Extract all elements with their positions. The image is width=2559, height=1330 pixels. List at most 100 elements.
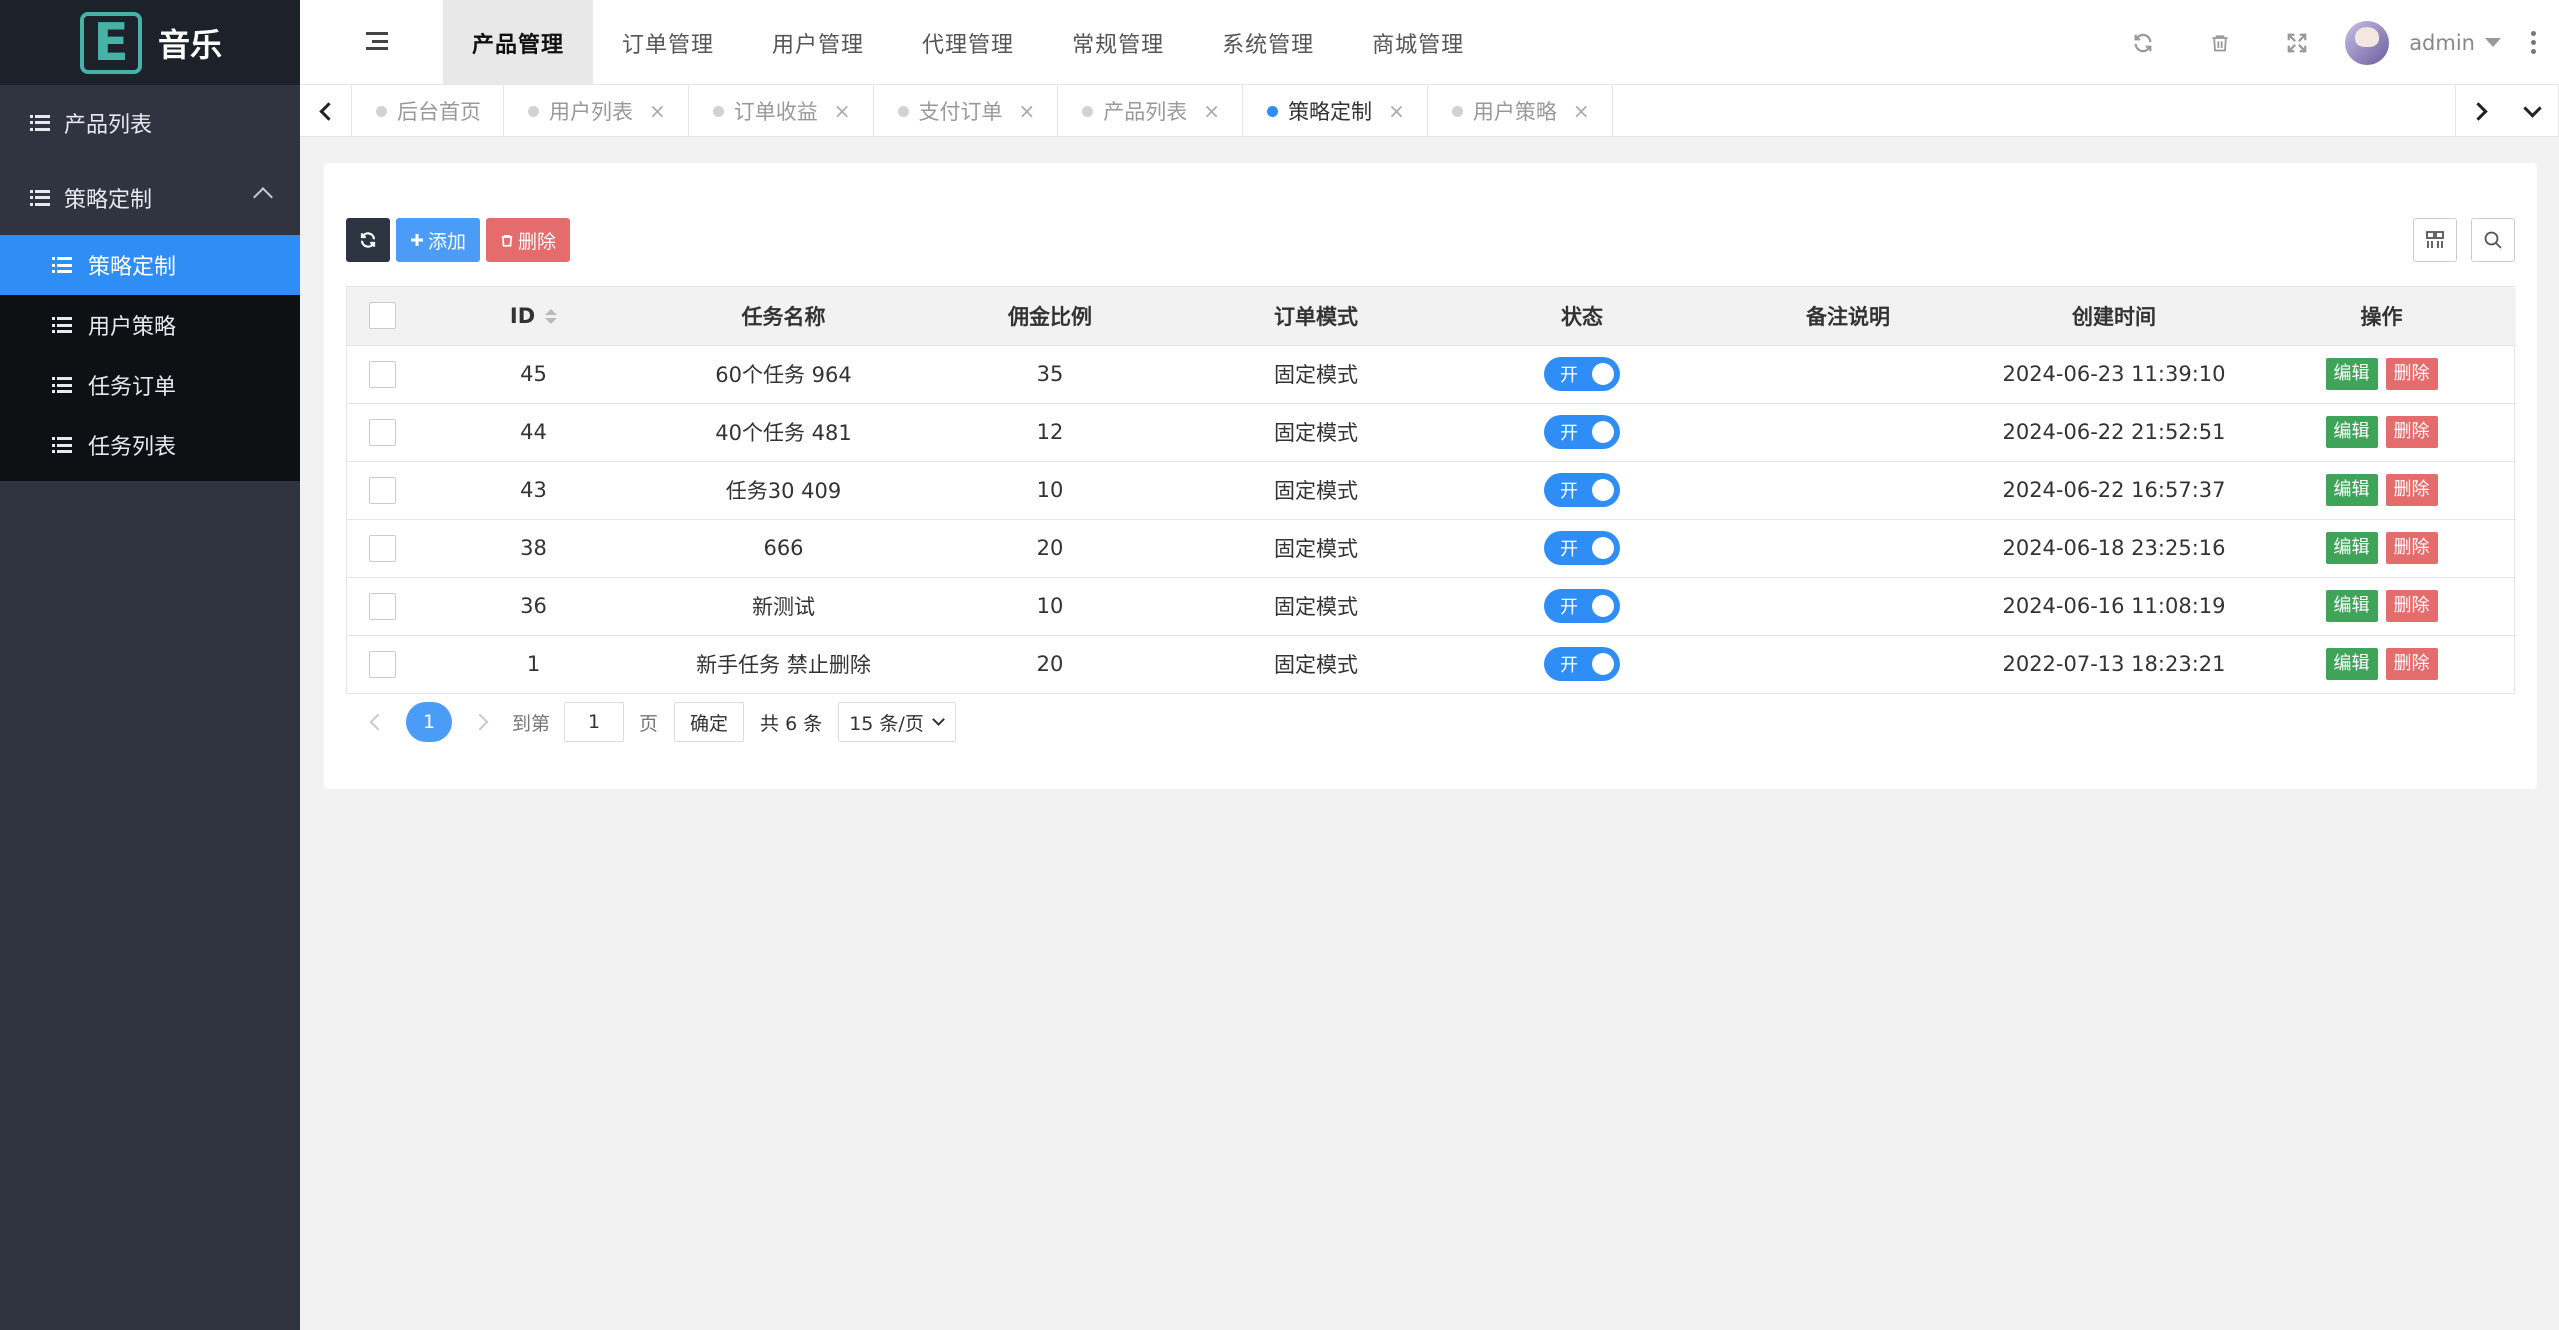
- close-icon[interactable]: ×: [649, 99, 666, 123]
- sort-icon[interactable]: [545, 309, 558, 325]
- sidebar-item-product-list[interactable]: 产品列表: [0, 85, 300, 160]
- clear-cache-button[interactable]: [2181, 0, 2258, 85]
- status-toggle[interactable]: 开: [1544, 589, 1620, 623]
- search-button[interactable]: [2471, 218, 2515, 262]
- row-delete-button[interactable]: 删除: [2385, 590, 2438, 622]
- table-row: 45 60个任务 964 35 固定模式 开 2024-06-23 11:39:…: [347, 345, 2516, 404]
- caret-down-icon[interactable]: [2485, 38, 2501, 47]
- prev-page-icon[interactable]: [369, 713, 387, 731]
- edit-button[interactable]: 编辑: [2325, 416, 2378, 448]
- row-checkbox[interactable]: [368, 592, 396, 620]
- edit-button[interactable]: 编辑: [2325, 590, 2378, 622]
- row-delete-button[interactable]: 删除: [2385, 358, 2438, 390]
- table-toolbar: 添加 删除: [346, 218, 571, 262]
- top-nav-item-mall[interactable]: 商城管理: [1343, 0, 1493, 85]
- row-checkbox[interactable]: [368, 476, 396, 504]
- logo-text: 音乐: [158, 25, 223, 64]
- close-icon[interactable]: ×: [834, 99, 851, 123]
- row-checkbox[interactable]: [368, 650, 396, 678]
- status-toggle[interactable]: 开: [1544, 415, 1620, 449]
- data-table: ID 任务名称 佣金比例 订单模式 状态 备注说明 创建时间 操作 45 60个…: [346, 286, 2516, 694]
- sidebar: E 音乐 产品列表 策略定制 策略定制 用户策略 任务订单 任务列表: [0, 0, 300, 1330]
- close-icon[interactable]: ×: [1019, 99, 1036, 123]
- cell-id: 43: [417, 461, 650, 520]
- cell-status: 开: [1449, 345, 1715, 404]
- table-row: 43 任务30 409 10 固定模式 开 2024-06-22 16:57:3…: [347, 461, 2516, 520]
- tabs-scroll-left-button[interactable]: [300, 85, 352, 137]
- close-icon[interactable]: ×: [1388, 99, 1405, 123]
- more-vertical-icon[interactable]: [2531, 31, 2537, 54]
- page-jump-input[interactable]: [564, 702, 625, 742]
- reload-button[interactable]: [346, 218, 390, 262]
- edit-button[interactable]: 编辑: [2325, 532, 2378, 564]
- cell-id: 38: [417, 519, 650, 578]
- top-nav-item-agents[interactable]: 代理管理: [893, 0, 1043, 85]
- expand-icon: [2287, 33, 2307, 52]
- status-toggle[interactable]: 开: [1544, 647, 1620, 682]
- tab-strategy[interactable]: 策略定制 ×: [1243, 85, 1428, 137]
- close-icon[interactable]: ×: [1573, 99, 1590, 123]
- refresh-button[interactable]: [2104, 0, 2181, 85]
- top-nav-item-orders[interactable]: 订单管理: [593, 0, 743, 85]
- column-header-id[interactable]: ID: [417, 287, 650, 346]
- top-nav-item-users[interactable]: 用户管理: [743, 0, 893, 85]
- page-jump-confirm-button[interactable]: 确定: [674, 702, 745, 742]
- cell-name: 40个任务 481: [650, 403, 917, 462]
- row-delete-button[interactable]: 删除: [2385, 648, 2438, 681]
- tabs-scroll-right-button[interactable]: [2455, 85, 2507, 137]
- tab-dot-icon: [528, 105, 539, 117]
- username[interactable]: admin: [2409, 31, 2475, 55]
- sidebar-subitem-label: 任务订单: [88, 375, 177, 400]
- tab-pay-orders[interactable]: 支付订单 ×: [874, 85, 1059, 137]
- tab-dot-icon: [1451, 105, 1463, 117]
- sidebar-subitem-task-orders[interactable]: 任务订单: [0, 355, 300, 415]
- tab-product-list[interactable]: 产品列表 ×: [1058, 85, 1244, 137]
- sidebar-subitem-user-strategy[interactable]: 用户策略: [0, 295, 300, 355]
- close-icon[interactable]: ×: [1203, 99, 1220, 123]
- avatar[interactable]: [2345, 20, 2390, 65]
- delete-button[interactable]: 删除: [486, 218, 571, 262]
- row-delete-button[interactable]: 删除: [2385, 416, 2438, 448]
- cell-created: 2024-06-23 11:39:10: [1981, 345, 2247, 404]
- sidebar-menu: 产品列表 策略定制: [0, 85, 300, 235]
- edit-button[interactable]: 编辑: [2325, 648, 2378, 681]
- status-toggle[interactable]: 开: [1544, 473, 1620, 507]
- sidebar-subitem-strategy[interactable]: 策略定制: [0, 235, 300, 295]
- sidebar-subitem-label: 用户策略: [88, 315, 177, 340]
- add-button[interactable]: 添加: [396, 218, 481, 262]
- sidebar-submenu: 策略定制 用户策略 任务订单 任务列表: [0, 235, 300, 481]
- page-size-select[interactable]: 15 条/页: [838, 702, 957, 742]
- top-nav: 产品管理 订单管理 用户管理 代理管理 常规管理 系统管理 商城管理: [443, 0, 1493, 85]
- row-checkbox[interactable]: [368, 418, 396, 446]
- top-nav-item-products[interactable]: 产品管理: [443, 0, 594, 85]
- cell-rate: 20: [917, 519, 1183, 578]
- top-nav-item-system[interactable]: 系统管理: [1193, 0, 1343, 85]
- page-number-current[interactable]: 1: [406, 702, 452, 742]
- column-header-name: 任务名称: [650, 287, 917, 346]
- tab-strip: 后台首页 用户列表 × 订单收益 × 支付订单 × 产品列表 × 策略定制 ×: [300, 85, 2559, 137]
- status-toggle[interactable]: 开: [1544, 531, 1620, 565]
- cell-remark: [1715, 519, 1981, 578]
- row-checkbox[interactable]: [368, 534, 396, 562]
- menu-toggle-icon[interactable]: [366, 32, 388, 50]
- row-delete-button[interactable]: 删除: [2385, 532, 2438, 564]
- top-nav-item-general[interactable]: 常规管理: [1043, 0, 1193, 85]
- next-page-icon[interactable]: [471, 713, 489, 731]
- fullscreen-button[interactable]: [2258, 0, 2335, 85]
- sidebar-item-strategy[interactable]: 策略定制: [0, 160, 300, 235]
- cell-status: 开: [1449, 403, 1715, 462]
- edit-button[interactable]: 编辑: [2325, 474, 2378, 506]
- select-all-checkbox[interactable]: [368, 302, 396, 330]
- tabs-menu-button[interactable]: [2507, 85, 2559, 137]
- tab-order-income[interactable]: 订单收益 ×: [689, 85, 874, 137]
- row-checkbox[interactable]: [368, 360, 396, 388]
- edit-button[interactable]: 编辑: [2325, 358, 2378, 390]
- columns-button[interactable]: [2413, 218, 2457, 262]
- tab-user-strategy[interactable]: 用户策略 ×: [1428, 85, 1613, 137]
- status-toggle[interactable]: 开: [1544, 357, 1620, 391]
- tab-home[interactable]: 后台首页: [352, 85, 504, 137]
- sidebar-subitem-task-list[interactable]: 任务列表: [0, 415, 300, 475]
- tab-user-list[interactable]: 用户列表 ×: [504, 85, 689, 137]
- row-delete-button[interactable]: 删除: [2385, 474, 2438, 506]
- cell-mode: 固定模式: [1183, 577, 1449, 636]
